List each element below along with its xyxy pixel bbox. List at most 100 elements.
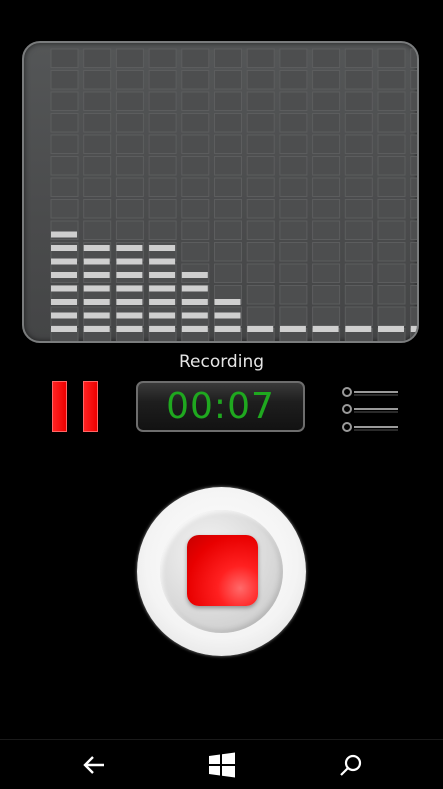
meter-cell <box>279 134 308 154</box>
meter-segment-lit <box>51 272 77 278</box>
meter-segment-lit <box>51 326 77 332</box>
meter-cell <box>279 242 308 262</box>
meter-cell <box>410 220 417 240</box>
meter-cell <box>214 70 242 90</box>
meter-cell <box>50 48 79 68</box>
meter-cell <box>50 134 79 154</box>
meter-cell <box>377 242 406 262</box>
meter-cell <box>181 48 210 68</box>
meter-cell <box>344 199 373 219</box>
meter-cell <box>279 70 308 90</box>
back-button[interactable] <box>64 740 124 789</box>
meter-segment-lit <box>116 299 143 305</box>
meter-cell <box>246 48 275 68</box>
meter-cell <box>50 70 79 90</box>
meter-segment-lit <box>149 258 176 265</box>
meter-cell <box>344 48 373 68</box>
meter-segment-lit <box>345 326 372 332</box>
meter-cell <box>181 242 210 262</box>
meter-segment-lit <box>181 299 208 305</box>
search-button[interactable] <box>321 740 381 789</box>
meter-segment-lit <box>181 272 208 278</box>
meter-cell <box>312 134 341 154</box>
meter-cell <box>312 91 341 111</box>
meter-cell <box>148 48 177 68</box>
level-meter <box>22 41 419 343</box>
search-icon <box>340 754 362 776</box>
meter-cell <box>214 199 242 219</box>
meter-cell <box>377 113 406 133</box>
meter-cell <box>344 91 373 111</box>
meter-cell <box>83 48 112 68</box>
meter-segment-lit <box>51 245 77 251</box>
meter-cell <box>312 285 341 305</box>
meter-cell <box>115 199 144 219</box>
meter-cell <box>246 177 275 197</box>
system-nav-bar <box>0 739 443 789</box>
start-button[interactable] <box>192 740 252 789</box>
meter-cell <box>83 199 112 219</box>
meter-segment-lit <box>51 258 77 265</box>
meter-cell <box>214 263 242 283</box>
meter-cell <box>344 220 373 240</box>
meter-cell <box>377 48 406 68</box>
meter-cell <box>312 220 341 240</box>
meter-cell <box>246 199 275 219</box>
windows-logo-icon <box>209 752 235 777</box>
meter-cell <box>83 177 112 197</box>
meter-cell <box>83 70 112 90</box>
recordings-list-button[interactable] <box>340 383 400 435</box>
pause-button[interactable] <box>52 381 98 434</box>
meter-cell <box>246 306 275 326</box>
meter-cell <box>410 48 417 68</box>
list-icon <box>342 387 398 432</box>
meter-cell <box>181 91 210 111</box>
meter-segment-lit <box>149 299 176 305</box>
meter-cell <box>344 285 373 305</box>
meter-cell <box>181 156 210 176</box>
meter-segment-lit <box>149 326 176 332</box>
meter-cell <box>246 70 275 90</box>
meter-cell <box>115 70 144 90</box>
meter-cell <box>246 263 275 283</box>
meter-cell <box>115 48 144 68</box>
level-meter-grid <box>50 48 417 341</box>
meter-segment-lit <box>116 312 143 319</box>
meter-cell <box>50 199 79 219</box>
record-button[interactable] <box>137 487 306 656</box>
meter-cell <box>50 113 79 133</box>
meter-cell <box>279 263 308 283</box>
meter-cell <box>312 263 341 283</box>
meter-segment-lit <box>181 285 208 292</box>
meter-cell <box>246 91 275 111</box>
meter-cell <box>410 306 417 326</box>
meter-cell <box>377 91 406 111</box>
meter-cell <box>83 220 112 240</box>
meter-cell <box>246 285 275 305</box>
meter-cell <box>344 134 373 154</box>
meter-cell <box>115 113 144 133</box>
meter-cell <box>50 177 79 197</box>
meter-segment-lit <box>83 326 110 332</box>
meter-segment-lit <box>181 326 208 332</box>
meter-cell <box>410 113 417 133</box>
meter-cell <box>148 113 177 133</box>
meter-segment-lit <box>51 231 77 238</box>
meter-cell <box>279 285 308 305</box>
stop-icon <box>187 535 258 606</box>
meter-cell <box>377 156 406 176</box>
meter-cell <box>148 134 177 154</box>
meter-cell <box>214 113 242 133</box>
meter-segment-lit <box>51 285 77 292</box>
meter-cell <box>377 220 406 240</box>
meter-cell <box>312 177 341 197</box>
back-arrow-icon <box>83 755 104 774</box>
meter-cell <box>214 134 242 154</box>
meter-cell <box>214 156 242 176</box>
meter-segment-lit <box>83 299 110 305</box>
meter-segment-lit <box>51 312 77 319</box>
recording-status: Recording <box>178 352 265 372</box>
pause-icon-bar-right <box>83 381 98 432</box>
meter-cell <box>148 91 177 111</box>
meter-cell <box>410 263 417 283</box>
